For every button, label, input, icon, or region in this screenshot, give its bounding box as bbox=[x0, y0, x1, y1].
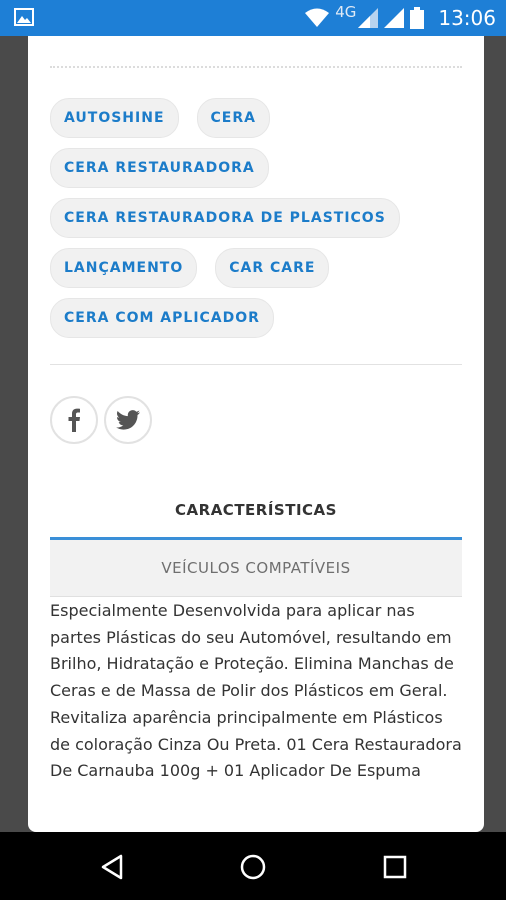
facebook-share-button[interactable] bbox=[50, 396, 98, 444]
back-icon[interactable] bbox=[98, 852, 128, 882]
share-buttons bbox=[50, 396, 152, 444]
divider bbox=[50, 364, 462, 365]
tag-link[interactable]: CERA RESTAURADORA DE PLASTICOS bbox=[50, 198, 400, 238]
clock: 13:06 bbox=[438, 6, 496, 30]
recents-icon[interactable] bbox=[380, 852, 410, 882]
network-type: 4G bbox=[335, 3, 357, 21]
twitter-icon bbox=[116, 410, 140, 430]
signal-icon bbox=[384, 8, 405, 28]
product-description: Especialmente Desenvolvida para aplicar … bbox=[50, 601, 462, 781]
section-title: CARACTERÍSTICAS bbox=[175, 501, 337, 519]
product-details-card: AUTOSHINE CERA CERA RESTAURADORA CERA RE… bbox=[28, 36, 484, 832]
tag-link[interactable]: CERA bbox=[196, 98, 270, 138]
tag-link[interactable]: AUTOSHINE bbox=[50, 98, 179, 138]
navigation-bar bbox=[0, 832, 506, 900]
tag-link[interactable]: CERA RESTAURADORA bbox=[50, 148, 269, 188]
twitter-share-button[interactable] bbox=[104, 396, 152, 444]
tab-compatible-vehicles[interactable]: VEÍCULOS COMPATÍVEIS bbox=[50, 537, 462, 597]
battery-icon bbox=[410, 7, 425, 29]
status-bar: 4G 13:06 bbox=[0, 0, 506, 36]
facebook-icon bbox=[68, 408, 80, 432]
tag-link[interactable]: CERA COM APLICADOR bbox=[50, 298, 274, 338]
wifi-icon bbox=[305, 8, 330, 27]
image-icon bbox=[14, 8, 34, 26]
tag-link[interactable]: LANÇAMENTO bbox=[50, 248, 198, 288]
divider bbox=[50, 66, 462, 68]
tag-list: AUTOSHINE CERA CERA RESTAURADORA CERA RE… bbox=[50, 98, 470, 348]
home-icon[interactable] bbox=[238, 852, 268, 882]
tag-link[interactable]: CAR CARE bbox=[215, 248, 330, 288]
signal-icon bbox=[358, 8, 379, 28]
